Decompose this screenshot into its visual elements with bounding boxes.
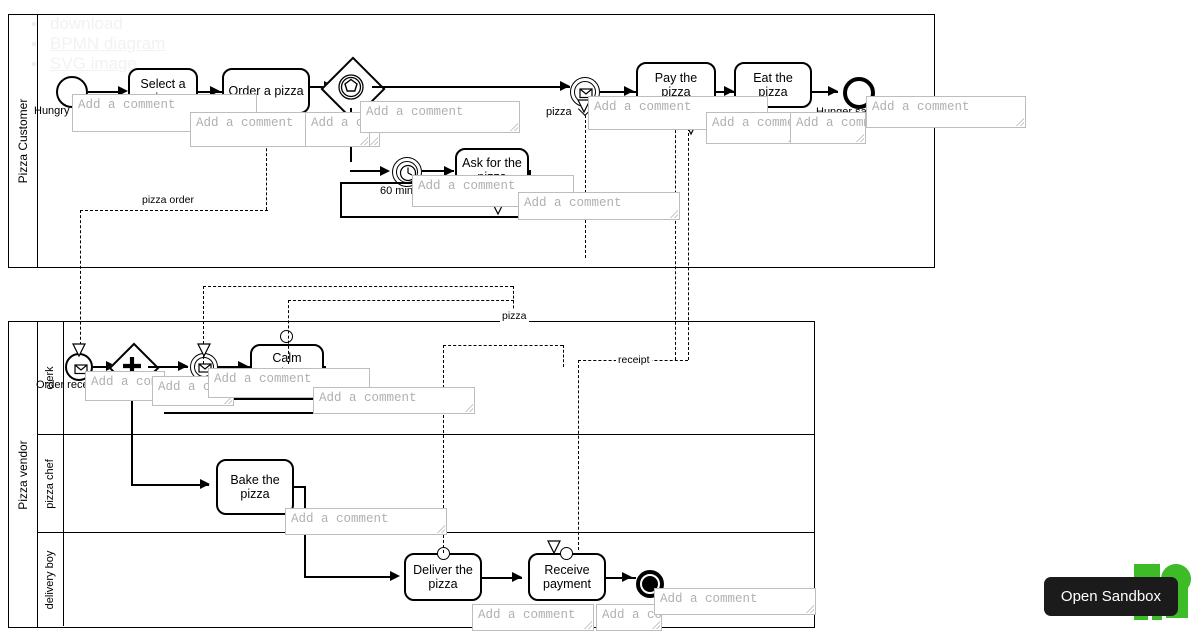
task-label-pay-the-pizza: Pay the pizza: [654, 71, 698, 99]
task-label-bake-the-pizza: Bake the pizza: [230, 473, 280, 501]
flow-to-bake: [131, 484, 209, 486]
comment-textarea[interactable]: Add a comment: [360, 101, 520, 133]
task-label-deliver-the-pizza: Deliver the pizza: [413, 563, 473, 591]
lane-header-clerk: clerk: [37, 322, 64, 434]
lane-label-pizza-chef: pizza chef: [44, 459, 56, 509]
message-flow-pizza-v3: [288, 300, 289, 364]
comment-textarea[interactable]: Add a comment: [790, 112, 866, 144]
message-flow-pizza-order-v2: [80, 210, 81, 355]
comment-textarea[interactable]: Add a comment: [313, 387, 475, 414]
arrowhead: [624, 86, 634, 96]
message-flow-money-up: [675, 120, 676, 360]
flow-to-deliver: [304, 576, 396, 578]
message-flow-pizza-h2: [288, 300, 514, 301]
flow-gateway-to-pizza-event: [372, 86, 570, 88]
message-flow-receipt-v: [688, 128, 689, 360]
message-flow-label-pizza-order: pizza order: [140, 194, 196, 206]
flow-ask-loop-seg: [340, 182, 342, 218]
boundary-event-receive-payment[interactable]: [560, 547, 573, 560]
pool-label-pizza-customer: Pizza Customer: [16, 98, 30, 184]
arrowhead: [560, 81, 570, 91]
lane-label-delivery-boy: delivery boy: [44, 550, 56, 609]
message-flow-label-receipt: receipt: [616, 354, 652, 366]
arrowhead: [724, 86, 734, 96]
arrowhead: [390, 571, 400, 581]
lane-header-pizza-chef: pizza chef: [37, 435, 64, 533]
message-flow-money-h: [443, 345, 563, 346]
comment-textarea[interactable]: Add a comment: [866, 96, 1026, 128]
arrowhead: [380, 166, 390, 176]
flow-hungry-to-select: [88, 91, 120, 93]
comment-textarea[interactable]: Add a comment: [518, 192, 680, 220]
pool-label-pizza-vendor: Pizza vendor: [16, 439, 30, 510]
boundary-event-calm-customer[interactable]: [280, 330, 293, 343]
lane-header-delivery-boy: delivery boy: [37, 533, 64, 626]
comment-textarea[interactable]: Add a comment: [472, 604, 594, 631]
pool-header-pizza-customer: Pizza Customer: [9, 15, 38, 267]
message-flow-pizza-h1: [203, 286, 513, 287]
message-event-label-pizza: pizza: [546, 106, 572, 118]
task-bake-the-pizza[interactable]: Bake the pizza: [216, 459, 294, 515]
task-deliver-the-pizza[interactable]: Deliver the pizza: [404, 553, 482, 601]
pool-header-pizza-vendor: Pizza vendor: [9, 322, 38, 627]
comment-textarea[interactable]: Add a comment: [285, 508, 447, 535]
task-receive-payment[interactable]: Receive payment: [528, 553, 606, 601]
timer-event-label-60-min: 60 min: [380, 185, 414, 197]
arrowhead: [512, 572, 522, 582]
arrowhead: [828, 86, 838, 96]
arrowhead: [622, 572, 632, 582]
message-flow-pizza-v1: [203, 286, 204, 364]
comment-textarea[interactable]: Add a comment: [596, 604, 662, 631]
open-sandbox-button[interactable]: Open Sandbox: [1043, 577, 1178, 616]
task-label-eat-the-pizza: Eat the pizza: [753, 71, 793, 99]
message-flow-receipt-v2: [578, 360, 579, 550]
arrowhead: [178, 361, 188, 371]
message-flow-money-v2: [563, 345, 564, 367]
task-label-receive-payment: Receive payment: [543, 563, 591, 591]
comment-textarea[interactable]: Add a comment: [706, 112, 798, 144]
comment-textarea[interactable]: Add a comment: [654, 588, 816, 615]
message-flow-label-pizza: pizza: [500, 310, 529, 322]
message-flow-pizza-up: [585, 110, 586, 258]
arrowhead: [200, 479, 210, 489]
message-flow-pizza-order-h: [80, 210, 268, 211]
